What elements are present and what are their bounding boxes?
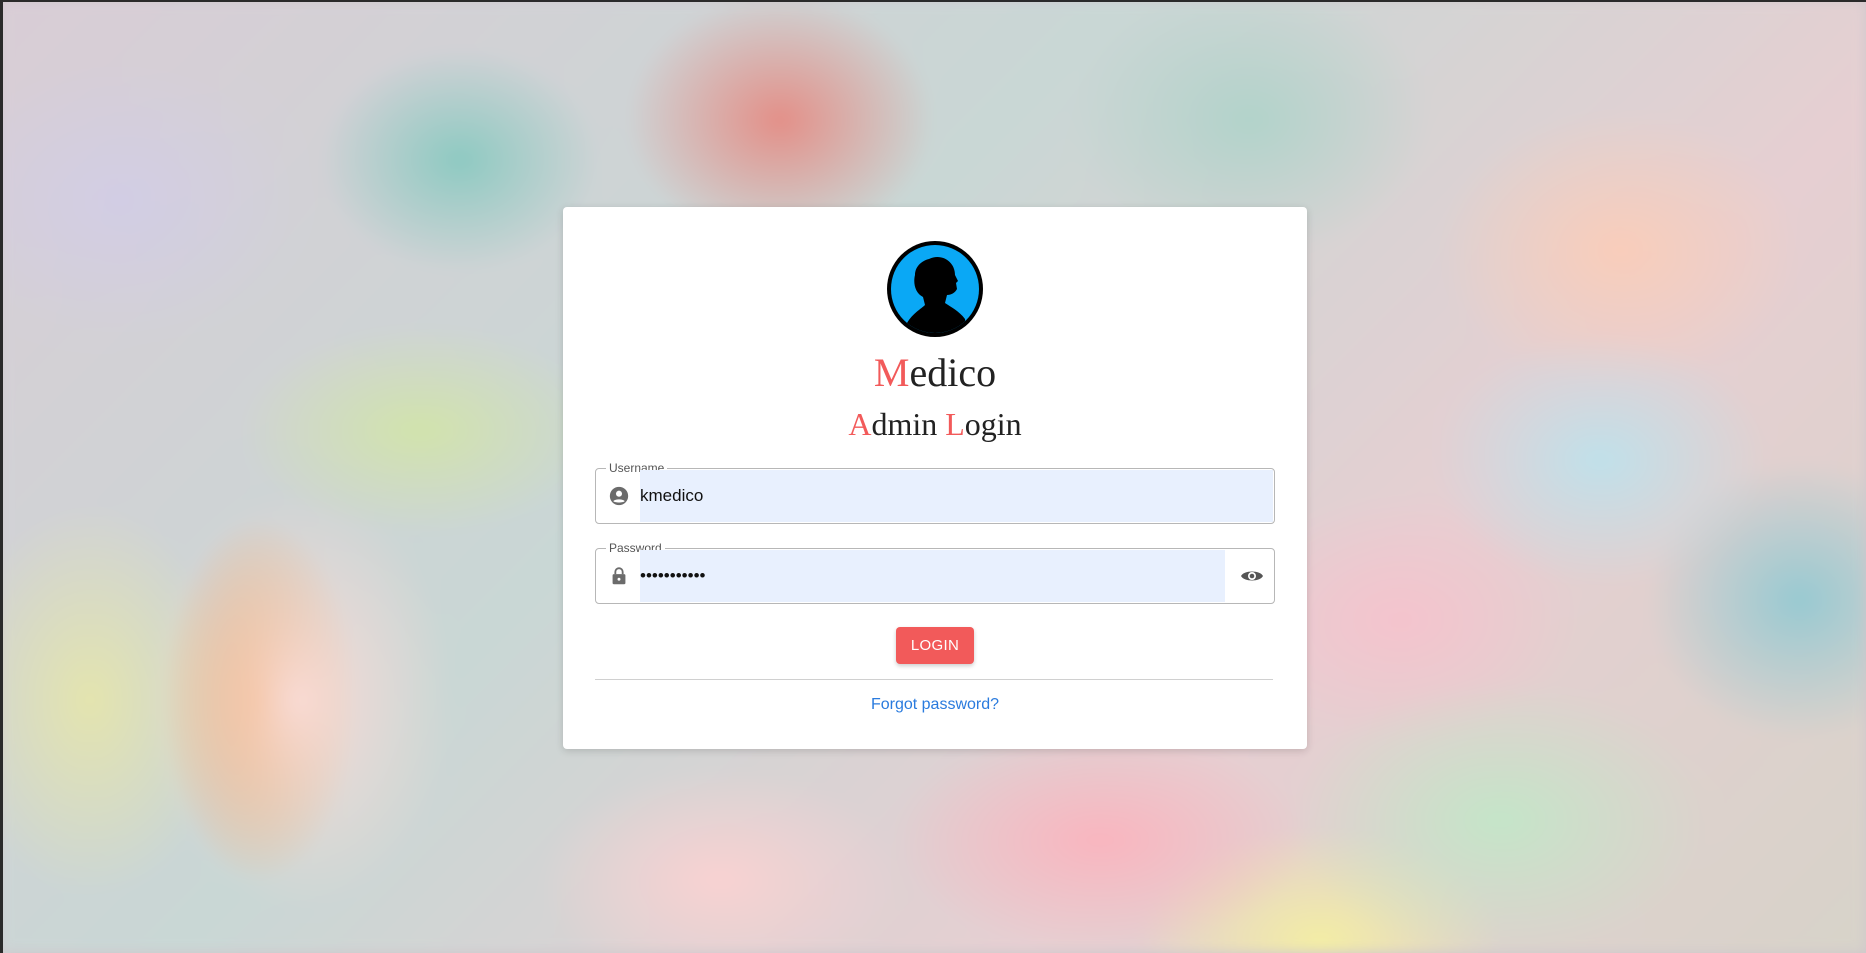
user-avatar-icon: [887, 241, 983, 337]
app-title-rest: edico: [909, 350, 997, 395]
divider: [595, 679, 1273, 680]
app-title: Medico: [563, 349, 1307, 397]
eye-icon[interactable]: [1240, 564, 1264, 588]
password-field[interactable]: Password: [595, 541, 1275, 604]
heading-word2-rest: ogin: [964, 406, 1022, 442]
login-card: Medico Admin Login Username Password LOG…: [563, 207, 1307, 749]
window-left-border: [0, 0, 3, 953]
window-top-border: [0, 0, 1866, 2]
app-title-initial: M: [873, 350, 910, 395]
login-button[interactable]: LOGIN: [896, 627, 974, 664]
account-circle-icon: [609, 486, 629, 506]
lock-icon: [612, 567, 626, 585]
heading-word2-initial: L: [945, 406, 965, 442]
page-heading: Admin Login: [563, 405, 1307, 443]
username-input[interactable]: [640, 469, 1200, 523]
password-input[interactable]: [640, 549, 1120, 603]
heading-word1-initial: A: [848, 406, 872, 442]
heading-word1-rest: dmin: [871, 406, 938, 442]
forgot-password-link[interactable]: Forgot password?: [563, 695, 1307, 715]
username-field[interactable]: Username: [595, 461, 1275, 524]
